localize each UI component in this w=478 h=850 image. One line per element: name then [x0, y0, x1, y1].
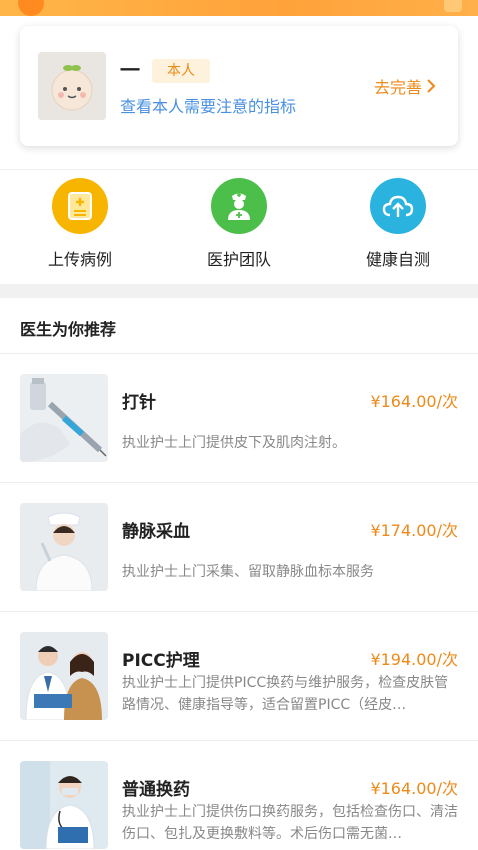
service-description: 执业护士上门提供皮下及肌肉注射。 — [122, 435, 346, 451]
document-plus-icon — [52, 178, 108, 234]
service-item-venous-blood[interactable]: 静脉采血 ¥174.00/次 执业护士上门采集、留取静脉血标本服务 — [0, 482, 478, 611]
complete-profile-button[interactable]: 去完善 — [374, 74, 436, 98]
doctor-thumbnail — [20, 761, 108, 849]
top-header-band — [0, 0, 478, 16]
injection-thumbnail — [20, 374, 108, 462]
medical-team-button[interactable]: 医护团队 — [179, 178, 299, 270]
service-description: 执业护士上门采集、留取静脉血标本服务 — [122, 564, 374, 580]
service-price: ¥164.00/次 — [370, 392, 458, 411]
health-self-test-button[interactable]: 健康自测 — [338, 178, 458, 270]
profile-description-link[interactable]: 查看本人需要注意的指标 — [120, 93, 296, 117]
quick-actions: 上传病例 医护团队 健康自测 — [0, 178, 478, 278]
service-item-injection[interactable]: 打针 ¥164.00/次 执业护士上门提供皮下及肌肉注射。 — [0, 353, 478, 482]
section-separator — [0, 284, 478, 298]
nurse-thumbnail — [20, 503, 108, 591]
app-logo-icon — [18, 0, 44, 16]
service-item-dressing-change[interactable]: 普通换药 ¥164.00/次 执业护士上门提供伤口换药服务，包括检查伤口、清洁伤… — [0, 740, 478, 850]
profile-card[interactable]: 一 本人 查看本人需要注意的指标 去完善 — [20, 26, 458, 146]
service-list: 打针 ¥164.00/次 执业护士上门提供皮下及肌肉注射。 静脉采血 ¥174.… — [0, 353, 478, 850]
profile-name: 一 — [120, 58, 140, 82]
upload-case-button[interactable]: 上传病例 — [20, 178, 140, 270]
service-name: PICC护理 — [122, 651, 200, 671]
self-badge: 本人 — [152, 59, 210, 83]
service-name: 静脉采血 — [122, 522, 190, 542]
service-price: ¥164.00/次 — [370, 779, 458, 798]
complete-profile-label: 去完善 — [373, 78, 422, 97]
service-name: 普通换药 — [122, 780, 190, 800]
service-price: ¥174.00/次 — [370, 521, 458, 540]
header-action-icon[interactable] — [444, 0, 462, 12]
medical-team-label: 医护团队 — [206, 250, 271, 269]
service-price: ¥194.00/次 — [370, 650, 458, 669]
divider — [0, 169, 478, 170]
health-self-test-label: 健康自测 — [365, 250, 430, 269]
service-description: 执业护士上门提供PICC换药与维护服务，检查皮肤管路情况、健康指导等，适合留置P… — [122, 675, 449, 713]
service-name: 打针 — [122, 393, 156, 413]
doctor-patient-thumbnail — [20, 632, 108, 720]
cloud-upload-icon — [370, 178, 426, 234]
recommend-section-title: 医生为你推荐 — [20, 320, 117, 339]
service-description: 执业护士上门提供伤口换药服务，包括检查伤口、清洁伤口、包扎及更换敷料等。术后伤口… — [122, 804, 458, 842]
nurse-icon — [211, 178, 267, 234]
service-item-picc[interactable]: PICC护理 ¥194.00/次 执业护士上门提供PICC换药与维护服务，检查皮… — [0, 611, 478, 740]
avatar — [38, 52, 106, 120]
cartoon-avatar-icon — [38, 52, 106, 120]
chevron-right-icon — [427, 79, 436, 93]
upload-case-label: 上传病例 — [47, 250, 112, 269]
